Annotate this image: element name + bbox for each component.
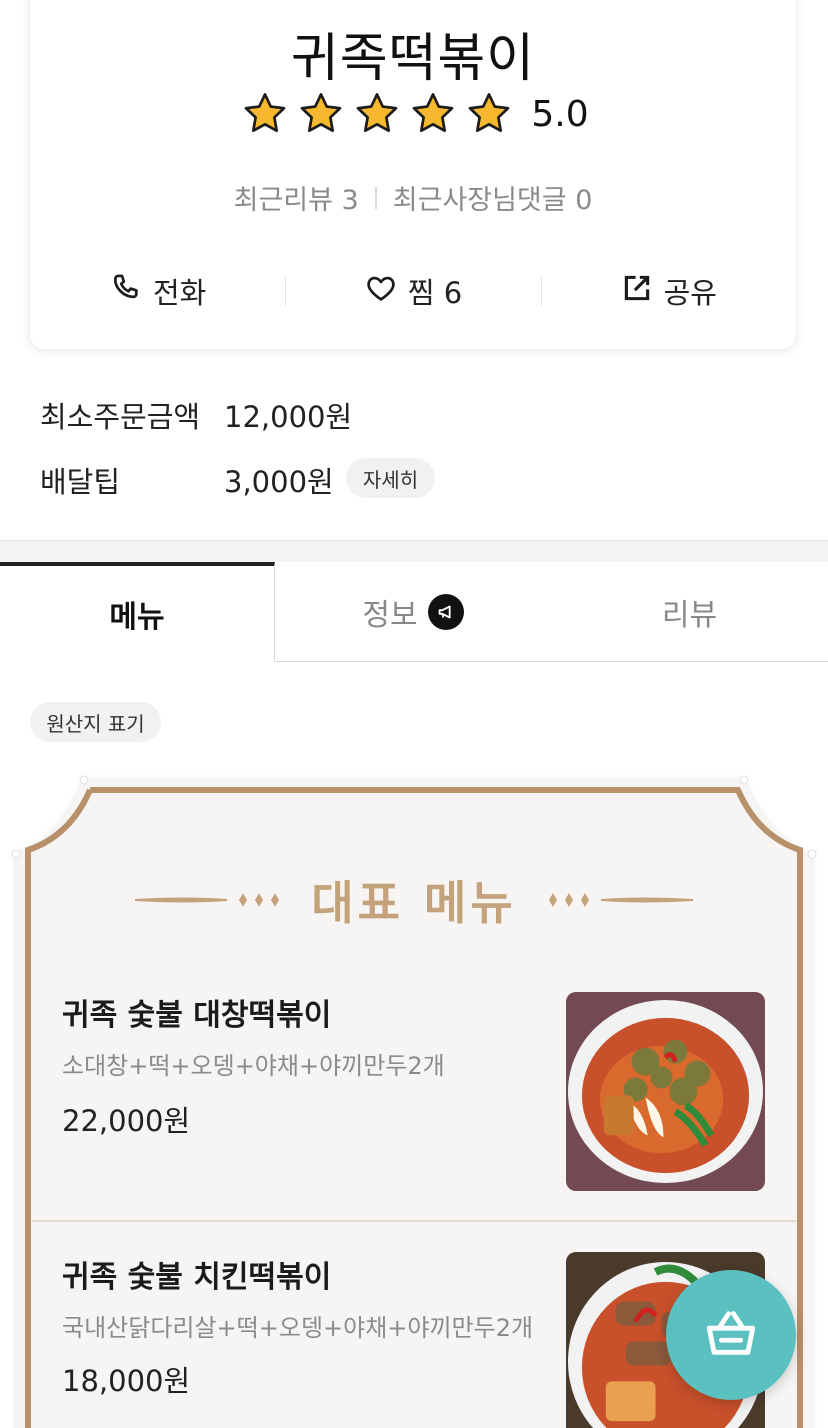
min-order-label: 최소주문금액 bbox=[40, 400, 201, 434]
share-icon bbox=[620, 271, 654, 312]
heart-icon bbox=[364, 271, 398, 312]
recent-reviews-count[interactable]: 최근리뷰 3 bbox=[234, 178, 359, 217]
tab-info-label: 정보 bbox=[362, 597, 418, 633]
review-summary: 최근리뷰 3 최근사장님댓글 0 bbox=[30, 178, 796, 217]
share-label: 공유 bbox=[663, 276, 717, 310]
divider bbox=[374, 186, 377, 209]
favorite-label: 찜 6 bbox=[407, 276, 463, 310]
rating-value: 5.0 bbox=[531, 93, 589, 135]
store-card: 귀족떡볶이 5.0 최근리뷰 3 최근사장님댓글 0 전화 찜 6 공유 bbox=[30, 0, 796, 349]
tab-menu[interactable]: 메뉴 bbox=[0, 562, 275, 662]
call-label: 전화 bbox=[152, 276, 207, 310]
delivery-tip-value: 3,000원 bbox=[224, 465, 334, 499]
basket-icon bbox=[702, 1304, 760, 1366]
delivery-tip-label: 배달팁 bbox=[40, 465, 121, 499]
menu-item-name: 귀족 숯불 대창떡볶이 bbox=[62, 998, 332, 1033]
section-divider bbox=[0, 540, 828, 562]
menu-item[interactable]: 귀족 숯불 대창떡볶이 소대창+떡+오뎅+야채+야끼만두2개 22,000원 bbox=[32, 960, 796, 1220]
ornament-right-icon bbox=[548, 893, 693, 907]
tab-menu-label: 메뉴 bbox=[109, 600, 165, 635]
phone-icon bbox=[109, 271, 143, 312]
tab-bar: 메뉴 정보 리뷰 bbox=[0, 562, 828, 662]
star-icon bbox=[298, 91, 344, 137]
cart-button[interactable] bbox=[666, 1270, 796, 1400]
call-button[interactable]: 전화 bbox=[30, 266, 285, 316]
featured-title-text: 대표 메뉴 bbox=[311, 876, 517, 930]
menu-item-name: 귀족 숯불 치킨떡볶이 bbox=[62, 1260, 332, 1295]
menu-item-description: 국내산닭다리살+떡+오뎅+야채+야끼만두2개 bbox=[62, 1314, 534, 1342]
featured-title: 대표 메뉴 bbox=[0, 868, 828, 932]
owner-replies-count[interactable]: 최근사장님댓글 0 bbox=[393, 178, 593, 217]
tab-review[interactable]: 리뷰 bbox=[551, 562, 828, 662]
star-icon bbox=[242, 91, 288, 137]
delivery-tip-detail-button[interactable]: 자세히 bbox=[346, 458, 435, 498]
tab-info[interactable]: 정보 bbox=[275, 562, 551, 662]
min-order-value: 12,000원 bbox=[224, 400, 353, 434]
menu-item-price: 18,000원 bbox=[62, 1364, 191, 1398]
menu-item-price: 22,000원 bbox=[62, 1104, 191, 1138]
store-name: 귀족떡볶이 bbox=[290, 29, 536, 89]
origin-label-button[interactable]: 원산지 표기 bbox=[30, 702, 161, 742]
star-icon bbox=[410, 91, 456, 137]
star-icon bbox=[466, 91, 512, 137]
favorite-button[interactable]: 찜 6 bbox=[285, 266, 540, 316]
tab-review-label: 리뷰 bbox=[661, 597, 718, 633]
menu-item-photo bbox=[566, 992, 765, 1191]
star-icon bbox=[354, 91, 400, 137]
megaphone-icon bbox=[427, 593, 464, 630]
rating-row: 5.0 bbox=[30, 90, 796, 138]
share-button[interactable]: 공유 bbox=[540, 266, 796, 316]
menu-item-description: 소대창+떡+오뎅+야채+야끼만두2개 bbox=[62, 1052, 445, 1080]
action-row: 전화 찜 6 공유 bbox=[30, 266, 796, 316]
ornament-left-icon bbox=[135, 893, 280, 907]
